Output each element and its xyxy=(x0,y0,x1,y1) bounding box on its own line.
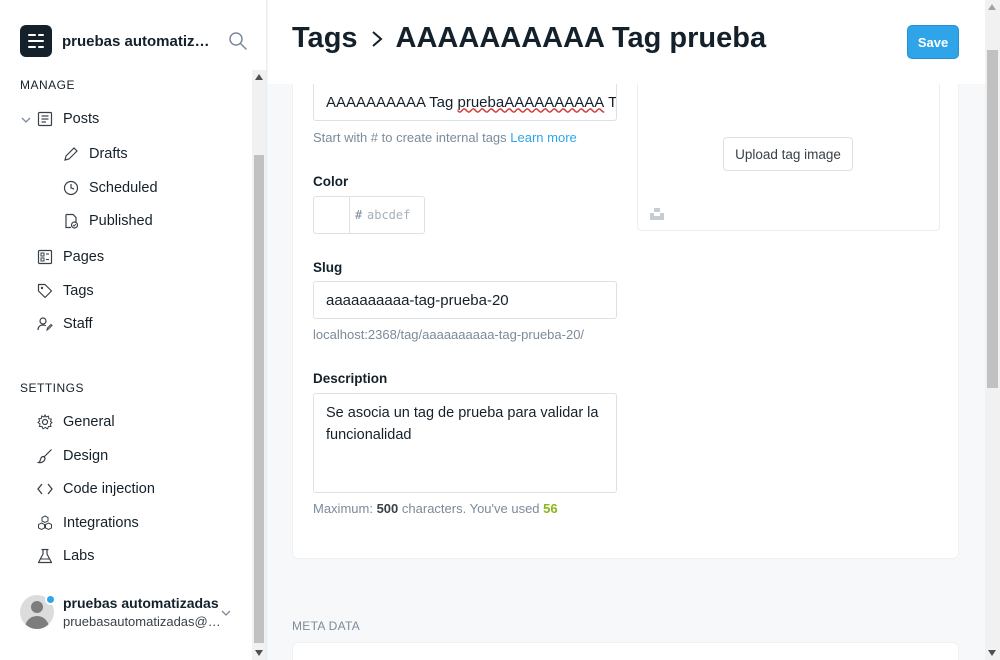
desc-hint-prefix: Maximum: xyxy=(313,501,373,516)
sidebar-item-posts[interactable]: Posts xyxy=(36,104,99,134)
settings-section-title: SETTINGS xyxy=(20,381,85,395)
sidebar-item-pages[interactable]: Pages xyxy=(36,242,104,272)
sidebar-item-labs[interactable]: Labs xyxy=(36,541,94,571)
tag-name-input[interactable]: AAAAAAAAAA Tag pruebaAAAAAAAAAA T xyxy=(313,84,617,121)
sidebar-item-label: Tags xyxy=(63,283,94,299)
tag-name-hint: Start with # to create internal tags Lea… xyxy=(313,130,577,145)
meta-data-section-title: META DATA xyxy=(292,619,361,633)
main-scrollbar[interactable] xyxy=(985,0,1000,660)
sidebar-header: pruebas automatizadas xyxy=(0,0,267,80)
site-title[interactable]: pruebas automatizadas xyxy=(62,33,214,50)
sidebar-item-code-injection[interactable]: Code injection xyxy=(36,474,155,504)
sidebar-item-label: Pages xyxy=(63,249,105,265)
slug-label: Slug xyxy=(313,260,343,275)
desc-hint-mid: characters. You've used xyxy=(401,501,540,516)
scroll-down-arrow-icon[interactable] xyxy=(255,650,263,656)
code-icon xyxy=(36,480,54,498)
scrollbar-thumb[interactable] xyxy=(254,155,264,643)
color-hash: # xyxy=(355,208,363,222)
slug-value: aaaaaaaaaa-tag-prueba-20 xyxy=(326,291,509,309)
description-label: Description xyxy=(313,371,388,386)
flask-icon xyxy=(36,547,54,565)
sidebar-item-tags[interactable]: Tags xyxy=(36,276,94,306)
sidebar-item-label: General xyxy=(63,414,115,430)
sidebar-nav: MANAGE Posts Drafts Scheduled Published … xyxy=(0,70,252,660)
sidebar-item-label: Posts xyxy=(63,111,100,127)
slug-input[interactable]: aaaaaaaaaa-tag-prueba-20 xyxy=(313,281,617,319)
meta-data-card xyxy=(292,642,959,660)
brush-icon xyxy=(36,447,54,465)
tag-name-hint-text: Start with # to create internal tags xyxy=(313,130,507,145)
sidebar-item-label: Design xyxy=(63,448,109,464)
tag-name-value-tail: T xyxy=(604,93,617,111)
sidebar-item-scheduled[interactable]: Scheduled xyxy=(62,173,158,203)
scroll-up-arrow-icon[interactable] xyxy=(988,4,996,10)
clock-icon xyxy=(62,179,80,197)
color-input[interactable]: # abcdef xyxy=(313,196,425,234)
tag-name-value-marked: pruebaAAAAAAAAAA xyxy=(457,93,605,111)
pencil-icon xyxy=(62,145,80,163)
gear-icon xyxy=(36,413,54,431)
unsplash-icon[interactable] xyxy=(650,207,664,220)
user-name: pruebas automatizadas xyxy=(63,595,219,611)
sidebar-item-label: Labs xyxy=(63,548,95,564)
description-hint: Maximum: 500 characters. You've used 56 xyxy=(313,501,558,516)
manage-section-title: MANAGE xyxy=(20,78,76,92)
sidebar-item-integrations[interactable]: Integrations xyxy=(36,508,139,538)
sidebar-item-label: Drafts xyxy=(89,146,128,162)
chevron-right-icon xyxy=(370,29,384,49)
sidebar-item-drafts[interactable]: Drafts xyxy=(62,139,128,169)
search-icon[interactable] xyxy=(228,31,248,51)
breadcrumb-tags-link[interactable]: Tags xyxy=(292,22,358,55)
main-content: AAAAAAAAAA Tag pruebaAAAAAAAAAA T Start … xyxy=(268,0,1000,660)
sidebar-item-general[interactable]: General xyxy=(36,407,115,437)
color-placeholder: abcdef xyxy=(367,208,411,222)
sidebar-item-label: Published xyxy=(89,213,153,229)
user-menu[interactable]: pruebas automatizadas pruebasautomatizad… xyxy=(20,592,252,636)
desc-max-count: 500 xyxy=(376,501,399,516)
color-label: Color xyxy=(313,174,349,189)
learn-more-link[interactable]: Learn more xyxy=(510,130,576,145)
desc-used-count: 56 xyxy=(543,501,558,516)
sidebar-item-label: Code injection xyxy=(63,481,155,497)
description-textarea[interactable]: Se asocia un tag de prueba para validar … xyxy=(313,393,617,493)
notification-dot xyxy=(45,594,56,605)
scroll-up-arrow-icon[interactable] xyxy=(255,74,263,80)
sidebar-item-staff[interactable]: Staff xyxy=(36,309,93,339)
page-title: AAAAAAAAAA Tag prueba xyxy=(395,22,767,54)
staff-icon xyxy=(36,315,54,333)
user-email: pruebasautomatizadas@uniandes.edu.co xyxy=(63,614,223,629)
tag-name-value-plain: AAAAAAAAAA Tag xyxy=(326,93,458,111)
sidebar: pruebas automatizadas MANAGE Posts Draft… xyxy=(0,0,267,660)
color-swatch[interactable] xyxy=(314,197,350,233)
sidebar-scrollbar[interactable] xyxy=(252,70,266,660)
pages-icon xyxy=(36,248,54,266)
sidebar-item-label: Scheduled xyxy=(89,180,158,196)
sidebar-item-label: Integrations xyxy=(63,515,139,531)
tag-image-dropzone[interactable]: Upload tag image xyxy=(637,84,940,231)
upload-tag-image-button[interactable]: Upload tag image xyxy=(723,137,853,171)
slug-url: localhost:2368/tag/aaaaaaaaaa-tag-prueba… xyxy=(313,327,585,342)
sidebar-item-published[interactable]: Published xyxy=(62,206,153,236)
scrollbar-thumb[interactable] xyxy=(987,50,998,388)
site-logo-icon[interactable] xyxy=(20,25,52,57)
sidebar-item-label: Staff xyxy=(63,316,93,332)
posts-icon xyxy=(36,110,54,128)
tag-form-card: AAAAAAAAAA Tag pruebaAAAAAAAAAA T Start … xyxy=(292,84,959,559)
published-icon xyxy=(62,212,80,230)
breadcrumb: Tags AAAAAAAAAA Tag prueba xyxy=(292,22,766,55)
scroll-down-arrow-icon[interactable] xyxy=(988,650,996,656)
page-header: Tags AAAAAAAAAA Tag prueba Save xyxy=(268,0,985,84)
tag-icon xyxy=(36,282,54,300)
save-button[interactable]: Save xyxy=(907,25,959,59)
chevron-down-icon[interactable] xyxy=(220,606,232,618)
integrations-icon xyxy=(36,514,54,532)
sidebar-item-design[interactable]: Design xyxy=(36,441,108,471)
chevron-down-icon[interactable] xyxy=(20,113,32,125)
